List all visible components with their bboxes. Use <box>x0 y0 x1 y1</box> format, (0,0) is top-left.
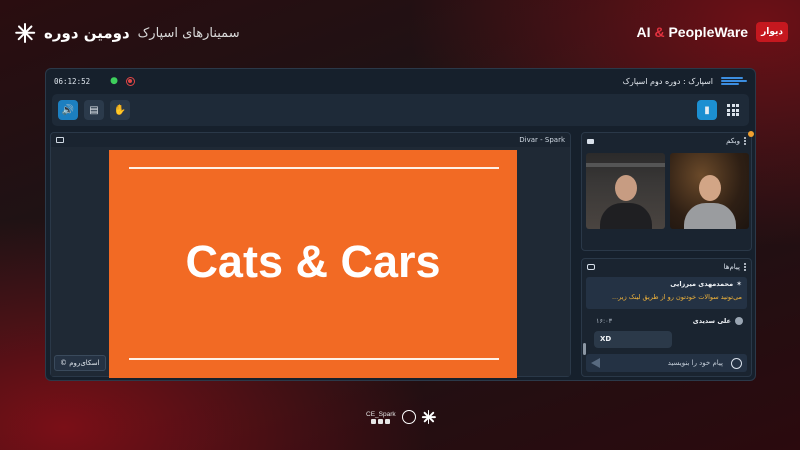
social-icons <box>366 418 396 424</box>
message-time: ۱۶:۰۳ <box>596 317 613 325</box>
divar-logo-badge: دیوار <box>756 22 788 42</box>
grid-icon <box>727 104 739 116</box>
presentation-folder-icon[interactable] <box>56 137 64 143</box>
raise-hand-button[interactable]: ✋ <box>110 100 130 120</box>
pinned-author: محمدمهدی میرزایی <box>670 280 734 288</box>
webcam-menu-icon[interactable] <box>744 137 746 145</box>
record-icon[interactable] <box>125 76 135 86</box>
meeting-window: 06:12:52 ● اسپارک : دوره دوم اسپارک 🔊 ▤ … <box>45 68 756 381</box>
toolbar: 🔊 ▤ ✋ ▮ <box>52 94 749 126</box>
chat-toggle-button[interactable]: ▮ <box>697 100 717 120</box>
camera-icon <box>587 138 594 144</box>
pinned-text: می‌تونید سوالات خودتون رو از طریق لینک ز… <box>611 293 742 301</box>
webcam-header: وبکم <box>582 133 751 149</box>
chat-input[interactable]: پیام خود را بنویسید <box>586 354 747 372</box>
message-author: علی سدیدی <box>692 317 731 325</box>
telegram-icon <box>371 418 377 424</box>
banner-light-text: سمینارهای اسپارک <box>137 25 240 41</box>
ce-logo-icon <box>401 410 416 424</box>
video-tile[interactable] <box>586 153 665 229</box>
chat-input-placeholder: پیام خود را بنویسید <box>667 359 723 367</box>
banner-bold-text: دومین دوره <box>44 24 130 42</box>
chat-pane: پیام‌ها ✶ محمدمهدی میرزایی می‌تونید سوال… <box>581 258 752 377</box>
presentation-name: Divar - Spark <box>519 136 565 144</box>
chat-scrollbar[interactable] <box>583 343 586 355</box>
chat-bubble-icon <box>587 264 595 270</box>
chat-label: پیام‌ها <box>723 263 740 271</box>
chat-menu-icon[interactable] <box>744 263 746 271</box>
webcam-pane: وبکم <box>581 131 754 251</box>
speaker-button[interactable]: 🔊 <box>58 100 78 120</box>
presentation-pane: Divar - Spark Cats & Cars اسکای‌روم © <box>50 132 571 378</box>
event-title-rest: PeopleWare <box>668 24 749 40</box>
chat-icon: ▮ <box>704 104 710 116</box>
presentation-header: Divar - Spark <box>51 133 570 147</box>
skyroom-badge: اسکای‌روم © <box>54 355 106 371</box>
slide-top-rule <box>129 167 499 169</box>
video-tile[interactable] <box>670 153 749 229</box>
event-title-ai: AI <box>636 24 651 40</box>
pin-icon: ✶ <box>736 280 742 288</box>
linkedin-icon <box>378 418 384 424</box>
chat-header: پیام‌ها <box>582 259 751 275</box>
send-icon[interactable] <box>591 358 600 368</box>
spark-footer-icon <box>421 410 436 424</box>
session-clock: 06:12:52 <box>54 76 91 86</box>
instagram-icon <box>385 418 391 424</box>
handle-text: CE_Spark <box>366 410 396 418</box>
wifi-icon: ● <box>110 76 118 86</box>
hand-raise-icon: ✋ <box>113 104 127 116</box>
event-brand: AI & PeopleWare دیوار <box>637 22 788 42</box>
slide-viewport: Cats & Cars اسکای‌روم © <box>51 147 570 378</box>
event-title-amp: & <box>654 24 665 40</box>
event-title: AI & PeopleWare <box>637 24 749 40</box>
social-handle: CE_Spark <box>366 411 396 424</box>
message-meta: ۱۶:۰۳ علی سدیدی <box>596 316 743 326</box>
status-bar: 06:12:52 ● اسپارک : دوره دوم اسپارک <box>46 69 755 93</box>
pinned-message[interactable]: ✶ محمدمهدی میرزایی می‌تونید سوالات خودتو… <box>586 277 747 309</box>
notification-dot <box>748 131 754 137</box>
participant-video <box>683 175 736 229</box>
webcam-label: وبکم <box>726 137 740 145</box>
speaker-icon: 🔊 <box>61 104 75 116</box>
spark-logo-icon <box>14 22 36 44</box>
folder-icon: ▤ <box>89 104 99 116</box>
files-button[interactable]: ▤ <box>84 100 104 120</box>
message-bubble: XD <box>594 331 672 348</box>
slide-bottom-rule <box>129 358 499 360</box>
avatar <box>735 317 743 325</box>
slide: Cats & Cars <box>109 150 517 378</box>
spark-seminar-brand: دومین دوره سمینارهای اسپارک <box>14 22 240 44</box>
skyroom-logo-icon <box>721 75 747 87</box>
slide-title: Cats & Cars <box>185 236 441 287</box>
participant-video <box>599 175 652 229</box>
emoji-icon[interactable] <box>731 357 742 369</box>
layout-grid-button[interactable] <box>723 100 743 120</box>
footer: CE_Spark <box>366 410 436 424</box>
room-title: اسپارک : دوره دوم اسپارک <box>622 76 713 86</box>
